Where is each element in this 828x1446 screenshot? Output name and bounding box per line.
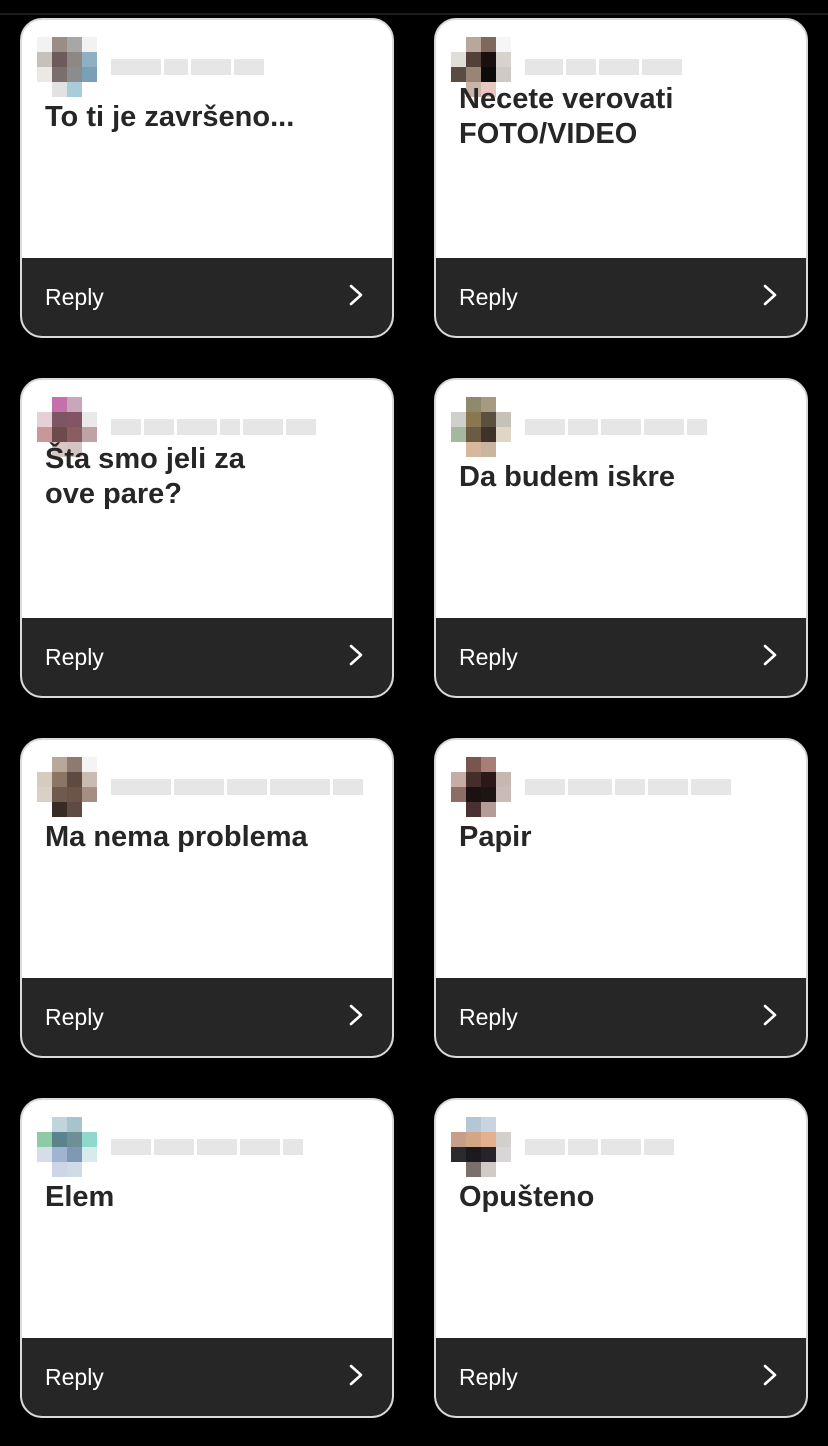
reply-button[interactable]: Reply: [22, 978, 392, 1056]
comment-text: Necete verovati FOTO/VIDEO: [459, 83, 674, 150]
chevron-right-icon: [346, 283, 366, 312]
comment-text: Papir: [459, 820, 532, 853]
chevron-right-icon: [346, 1003, 366, 1032]
card-body: Elem: [22, 1100, 392, 1338]
reply-button[interactable]: Reply: [22, 1338, 392, 1416]
comment-card: Necete verovati FOTO/VIDEO Reply: [434, 18, 808, 338]
comment-card: Papir Reply: [434, 738, 808, 1058]
reply-label: Reply: [459, 643, 518, 670]
comment-card: Šta smo jeli za ove pare? Reply: [20, 378, 394, 698]
card-body: Da budem iskre: [436, 380, 806, 618]
reply-label: Reply: [45, 1363, 104, 1390]
top-divider: [0, 13, 828, 15]
comment-text: To ti je završeno...: [45, 100, 295, 133]
chevron-right-icon: [346, 1363, 366, 1392]
reply-button[interactable]: Reply: [436, 1338, 806, 1416]
card-body: Ma nema problema: [22, 740, 392, 978]
comment-text: Opušteno: [459, 1180, 595, 1213]
card-body: Opušteno: [436, 1100, 806, 1338]
comment-card: To ti je završeno... Reply: [20, 18, 394, 338]
comment-card: Elem Reply: [20, 1098, 394, 1418]
chevron-right-icon: [346, 643, 366, 672]
comment-text: Da budem iskre: [459, 460, 675, 493]
reply-button[interactable]: Reply: [436, 618, 806, 696]
comment-text: Elem: [45, 1180, 115, 1213]
reply-label: Reply: [45, 643, 104, 670]
chevron-right-icon: [760, 283, 780, 312]
comment-card: Ma nema problema Reply: [20, 738, 394, 1058]
reply-label: Reply: [45, 283, 104, 310]
reply-button[interactable]: Reply: [22, 258, 392, 336]
reply-button[interactable]: Reply: [436, 258, 806, 336]
reply-button[interactable]: Reply: [22, 618, 392, 696]
card-body: To ti je završeno...: [22, 20, 392, 258]
chevron-right-icon: [760, 643, 780, 672]
comment-text: Šta smo jeli za ove pare?: [45, 443, 245, 510]
comment-card: Opušteno Reply: [434, 1098, 808, 1418]
reply-suggestions-grid: To ti je završeno... Reply Necete verovati…: [20, 18, 808, 1418]
reply-button[interactable]: Reply: [436, 978, 806, 1056]
card-body: Papir: [436, 740, 806, 978]
comment-card: Da budem iskre Reply: [434, 378, 808, 698]
reply-label: Reply: [459, 1003, 518, 1030]
card-body: Šta smo jeli za ove pare?: [22, 380, 392, 618]
reply-label: Reply: [45, 1003, 104, 1030]
chevron-right-icon: [760, 1003, 780, 1032]
reply-label: Reply: [459, 283, 518, 310]
comment-text: Ma nema problema: [45, 820, 308, 853]
reply-label: Reply: [459, 1363, 518, 1390]
card-body: Necete verovati FOTO/VIDEO: [436, 20, 806, 258]
chevron-right-icon: [760, 1363, 780, 1392]
